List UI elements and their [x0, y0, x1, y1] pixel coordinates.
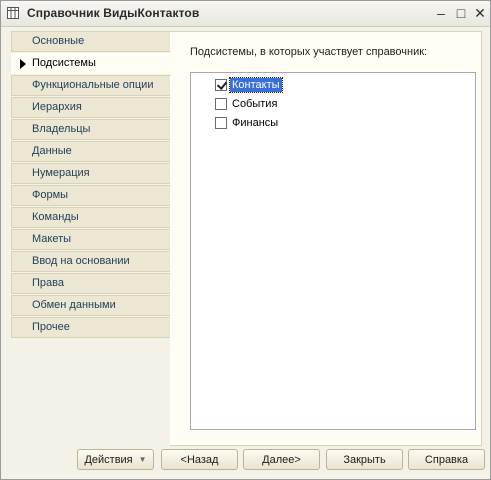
nav-item-label: Обмен данными	[32, 299, 116, 311]
nav-item-label: Функциональные опции	[32, 79, 154, 91]
nav-item-label: Ввод на основании	[32, 255, 130, 267]
help-button[interactable]: Справка	[408, 449, 485, 470]
nav-item-label: Основные	[32, 35, 85, 47]
nav-item-commands[interactable]: Команды	[11, 207, 170, 228]
close-button[interactable]: ✕	[471, 5, 489, 21]
nav-item-owners[interactable]: Владельцы	[11, 119, 170, 140]
dialog-window: Справочник ВидыКонтактов – □ ✕ Основные …	[0, 0, 491, 480]
nav-item-main[interactable]: Основные	[11, 31, 170, 52]
help-label: Справка	[424, 453, 469, 466]
actions-label: Действия	[84, 453, 133, 466]
minimize-icon: –	[437, 5, 445, 21]
nav-item-label: Владельцы	[32, 123, 91, 135]
nav-item-label: Нумерация	[32, 167, 90, 179]
panel-label: Подсистемы, в которых участвует справочн…	[190, 46, 428, 58]
close-dialog-button[interactable]: Закрыть	[326, 449, 403, 470]
next-label: Далее>	[262, 453, 301, 466]
nav-item-forms[interactable]: Формы	[11, 185, 170, 206]
nav-item-other[interactable]: Прочее	[11, 317, 170, 338]
nav-item-rights[interactable]: Права	[11, 273, 170, 294]
title-bar[interactable]: Справочник ВидыКонтактов – □ ✕	[1, 1, 490, 27]
nav-item-functional-options[interactable]: Функциональные опции	[11, 75, 170, 96]
minimize-button[interactable]: –	[432, 5, 450, 21]
window-title: Справочник ВидыКонтактов	[27, 6, 200, 20]
subsystem-checkbox[interactable]	[215, 79, 227, 91]
back-label: <Назад	[180, 453, 219, 466]
nav-item-numbering[interactable]: Нумерация	[11, 163, 170, 184]
nav-item-templates[interactable]: Макеты	[11, 229, 170, 250]
maximize-icon: □	[456, 5, 466, 21]
maximize-button[interactable]: □	[452, 5, 470, 21]
subsystem-label: Финансы	[232, 117, 279, 129]
subsystem-checkbox[interactable]	[215, 117, 227, 129]
nav-item-label: Макеты	[32, 233, 72, 245]
actions-button[interactable]: Действия ▼	[77, 449, 154, 470]
nav-item-data-exchange[interactable]: Обмен данными	[11, 295, 170, 316]
section-nav: Основные Подсистемы Функциональные опции…	[11, 31, 171, 339]
dialog-content: Основные Подсистемы Функциональные опции…	[1, 27, 490, 479]
subsystem-label: Контакты	[229, 77, 283, 93]
arrow-right-icon	[20, 59, 26, 69]
dropdown-arrow-icon: ▼	[138, 455, 147, 464]
nav-item-label: Подсистемы	[32, 57, 96, 69]
list-item[interactable]: События	[215, 96, 279, 112]
subsystem-label: События	[232, 98, 278, 110]
nav-item-hierarchy[interactable]: Иерархия	[11, 97, 170, 118]
list-item[interactable]: Контакты	[215, 77, 283, 93]
subsystem-checkbox[interactable]	[215, 98, 227, 110]
nav-item-label: Иерархия	[32, 101, 82, 113]
list-item[interactable]: Финансы	[215, 115, 280, 131]
nav-item-label: Данные	[32, 145, 72, 157]
close-icon: ✕	[474, 4, 486, 21]
subsystems-panel: Подсистемы, в которых участвует справочн…	[170, 31, 482, 446]
back-button[interactable]: <Назад	[161, 449, 238, 470]
nav-item-subsystems[interactable]: Подсистемы	[11, 53, 171, 74]
table-icon	[7, 7, 19, 19]
nav-item-label: Формы	[32, 189, 69, 201]
nav-item-label: Права	[32, 277, 64, 289]
next-button[interactable]: Далее>	[243, 449, 320, 470]
nav-item-data[interactable]: Данные	[11, 141, 170, 162]
subsystems-list[interactable]: Контакты События Финансы	[190, 72, 476, 430]
close-label: Закрыть	[343, 453, 386, 466]
nav-item-input-based-on[interactable]: Ввод на основании	[11, 251, 170, 272]
nav-item-label: Прочее	[32, 321, 70, 333]
nav-item-label: Команды	[32, 211, 79, 223]
